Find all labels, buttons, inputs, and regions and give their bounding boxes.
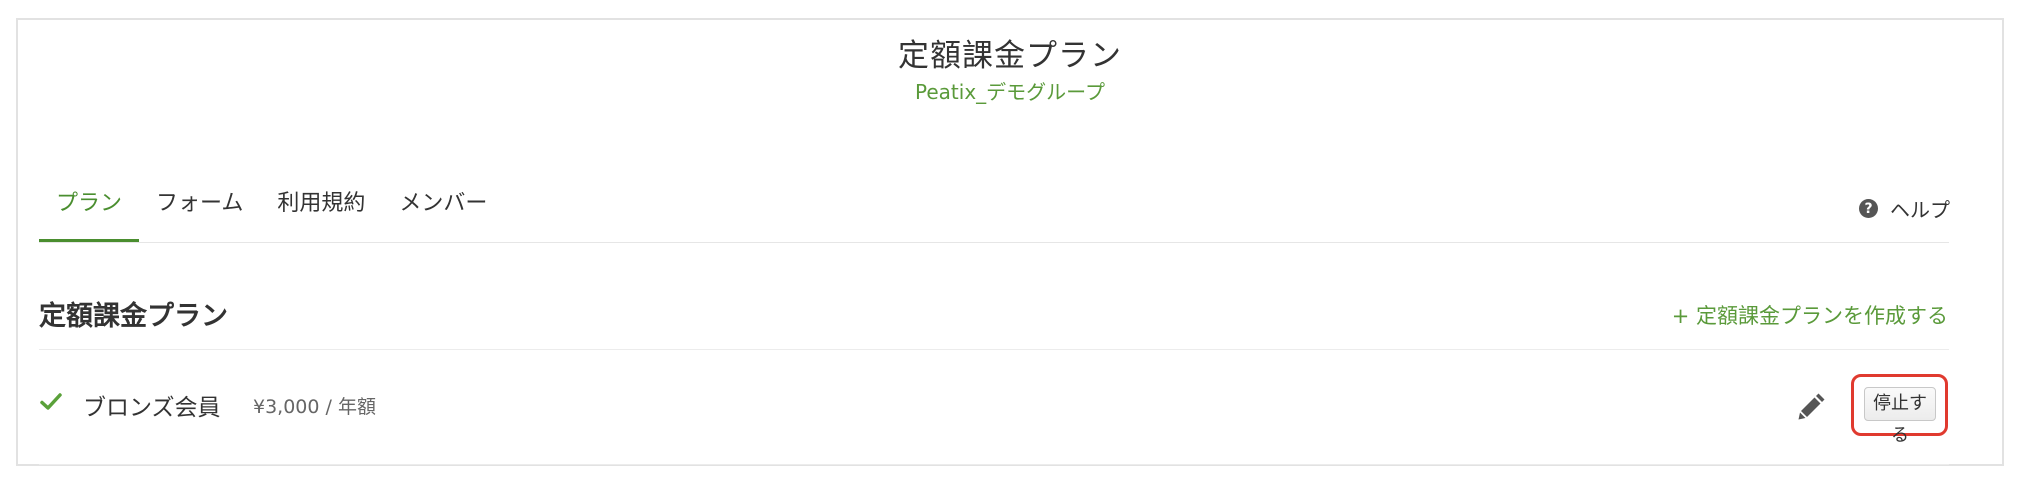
- tab-plan[interactable]: プラン: [39, 172, 140, 243]
- check-icon: [40, 393, 62, 410]
- pencil-icon[interactable]: [1796, 390, 1828, 422]
- tabs-divider: [39, 242, 1949, 243]
- row-divider: [39, 464, 1949, 465]
- tab-form[interactable]: フォーム: [139, 172, 260, 240]
- plan-name: ブロンズ会員: [83, 395, 221, 421]
- stop-button[interactable]: 停止する: [1864, 387, 1936, 446]
- section-title: 定額課金プラン: [39, 301, 228, 332]
- plan-row: ブロンズ会員 ¥3,000 / 年額 停止する: [39, 350, 1949, 464]
- org-name-link[interactable]: Peatix_デモグループ: [18, 76, 2002, 105]
- plan-panel: 定額課金プラン Peatix_デモグループ プラン フォーム 利用規約 メンバー…: [16, 18, 2004, 466]
- tab-terms[interactable]: 利用規約: [260, 172, 382, 240]
- question-circle-icon: ?: [1859, 199, 1878, 218]
- help-link[interactable]: ? ヘルプ: [1859, 194, 1950, 223]
- tab-bar: プラン フォーム 利用規約 メンバー: [39, 172, 504, 243]
- create-plan-link[interactable]: + 定額課金プランを作成する: [1672, 300, 1948, 330]
- tab-members[interactable]: メンバー: [382, 172, 504, 240]
- plan-price: ¥3,000 / 年額: [253, 396, 376, 418]
- help-label: ヘルプ: [1890, 198, 1950, 222]
- page-title: 定額課金プラン: [898, 38, 1122, 74]
